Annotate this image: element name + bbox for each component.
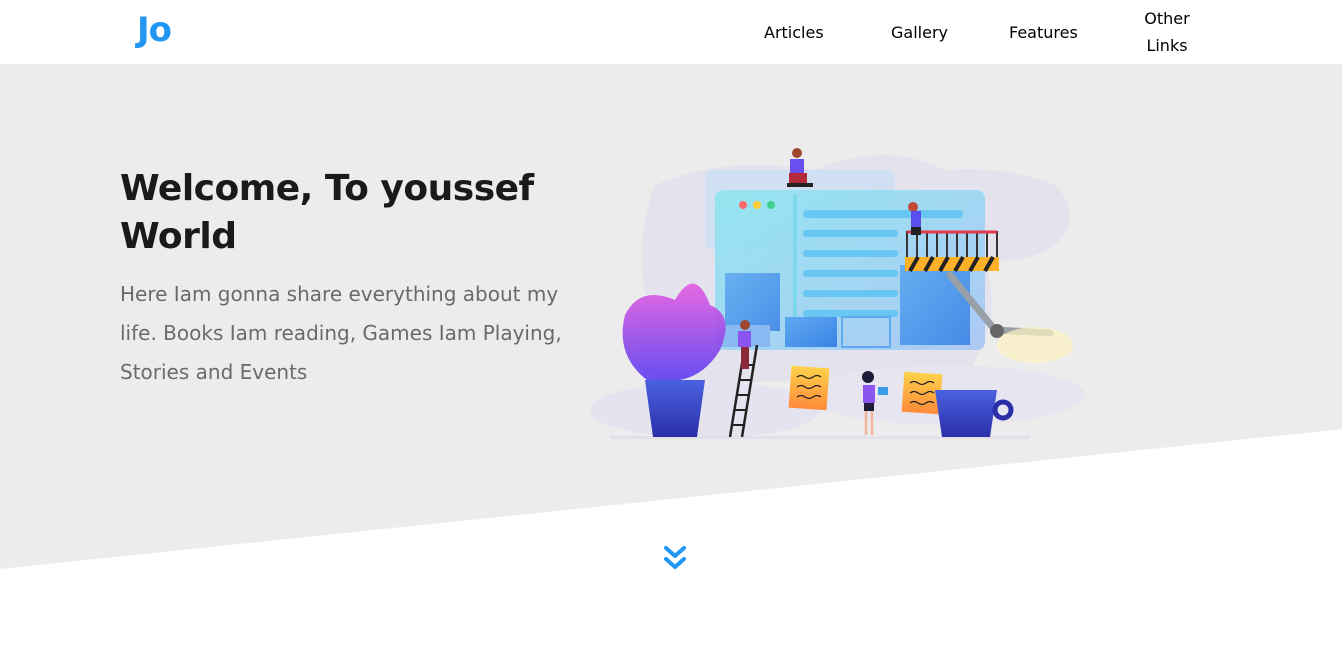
logo[interactable]: Jo — [137, 8, 172, 52]
nav-link-other-links[interactable]: Other Links — [1140, 5, 1194, 59]
chevron-double-down-icon[interactable] — [662, 544, 688, 574]
site-header: Jo Articles Gallery Features Other Links — [0, 0, 1342, 64]
nav-item-features: Features — [1009, 0, 1078, 64]
hero-illustration — [590, 148, 1085, 439]
nav-link-gallery[interactable]: Gallery — [891, 19, 948, 46]
nav-item-other-links: Other Links — [1140, 0, 1194, 64]
nav-link-articles[interactable]: Articles — [764, 19, 824, 46]
hero-title: Welcome, To youssef World — [120, 168, 534, 257]
nav-item-gallery: Gallery — [891, 0, 948, 64]
nav-link-features[interactable]: Features — [1009, 19, 1078, 46]
nav-item-articles: Articles — [764, 0, 824, 64]
hero-description: Here Iam gonna share everything about my… — [120, 282, 562, 384]
